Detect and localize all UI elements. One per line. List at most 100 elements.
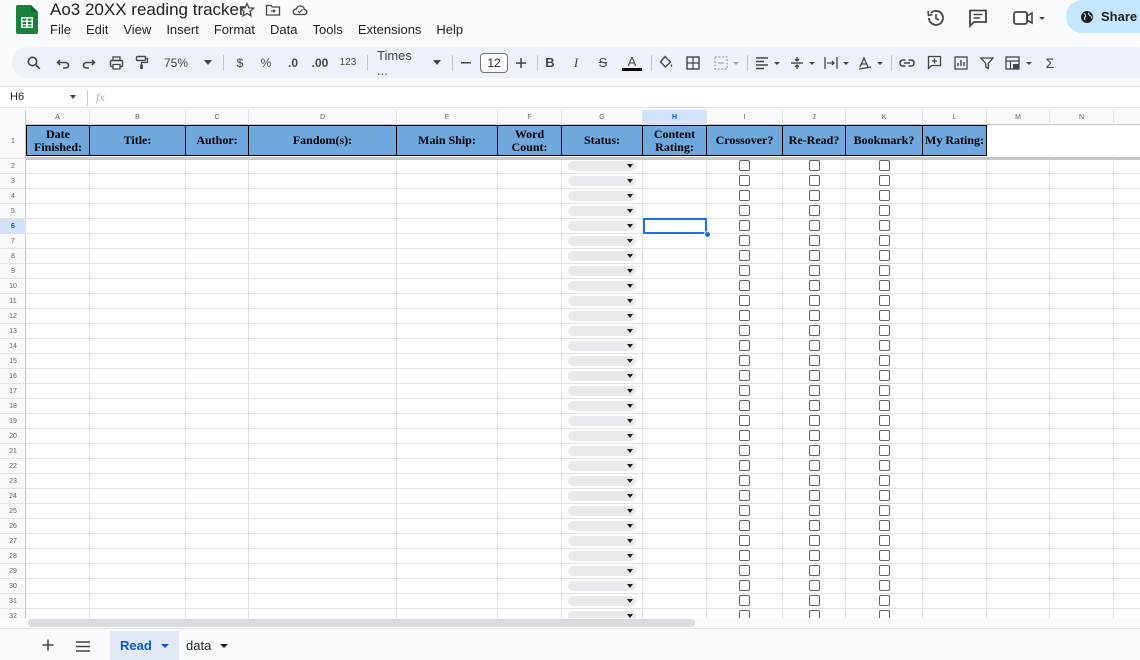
row-header[interactable]: 12	[0, 309, 26, 324]
text-wrapping-button[interactable]	[822, 47, 852, 78]
checkbox[interactable]	[739, 205, 750, 216]
checkbox[interactable]	[739, 565, 750, 576]
horizontal-scrollbar[interactable]	[28, 619, 695, 627]
menu-help[interactable]: Help	[436, 22, 471, 37]
checkbox[interactable]	[739, 340, 750, 351]
name-box-caret-icon[interactable]	[70, 95, 76, 99]
checkbox[interactable]	[739, 235, 750, 246]
checkbox[interactable]	[879, 265, 890, 276]
search-menus-button[interactable]	[24, 47, 44, 78]
row-header[interactable]: 15	[0, 354, 26, 369]
header-cell[interactable]: Status:	[562, 125, 643, 156]
checkbox[interactable]	[879, 580, 890, 591]
column-header[interactable]: D	[249, 110, 397, 125]
menu-extensions[interactable]: Extensions	[358, 22, 430, 37]
share-button[interactable]: Share	[1066, 0, 1140, 33]
sheet-tab-menu-icon[interactable]	[161, 644, 169, 648]
spreadsheet-grid[interactable]: ABCDEFGHIJKLMN 1234567891011121314151617…	[0, 110, 1140, 618]
menu-format[interactable]: Format	[214, 22, 263, 37]
paint-format-button[interactable]	[132, 47, 152, 78]
checkbox[interactable]	[809, 595, 820, 606]
checkbox[interactable]	[879, 190, 890, 201]
header-cell[interactable]: Title:	[90, 125, 186, 156]
checkbox[interactable]	[879, 535, 890, 546]
select-all-corner[interactable]	[0, 110, 26, 125]
menu-view[interactable]: View	[123, 22, 159, 37]
create-filter-button[interactable]	[978, 47, 996, 78]
number-format-button[interactable]: 123	[337, 47, 359, 78]
meet-icon[interactable]	[1012, 7, 1048, 29]
checkbox[interactable]	[809, 400, 820, 411]
functions-button[interactable]: Σ	[1042, 47, 1058, 78]
checkbox[interactable]	[739, 265, 750, 276]
menu-insert[interactable]: Insert	[166, 22, 207, 37]
checkbox[interactable]	[809, 460, 820, 471]
checkbox[interactable]	[879, 325, 890, 336]
status-dropdown[interactable]	[568, 191, 636, 201]
checkbox[interactable]	[879, 565, 890, 576]
checkbox[interactable]	[739, 445, 750, 456]
merge-cells-button[interactable]	[712, 47, 742, 78]
checkbox[interactable]	[879, 520, 890, 531]
checkbox[interactable]	[809, 475, 820, 486]
row-header[interactable]: 11	[0, 294, 26, 309]
print-button[interactable]	[106, 47, 126, 78]
undo-button[interactable]	[53, 47, 73, 78]
borders-button[interactable]	[684, 47, 702, 78]
menu-tools[interactable]: Tools	[312, 22, 350, 37]
zoom-dropdown-caret[interactable]	[202, 47, 214, 78]
vertical-align-button[interactable]	[788, 47, 818, 78]
column-header[interactable]: F	[498, 110, 562, 125]
checkbox[interactable]	[809, 490, 820, 501]
status-dropdown[interactable]	[568, 566, 636, 576]
selected-cell-outline[interactable]	[643, 218, 707, 234]
row-header[interactable]: 18	[0, 399, 26, 414]
menu-edit[interactable]: Edit	[86, 22, 116, 37]
row-header[interactable]: 19	[0, 414, 26, 429]
checkbox[interactable]	[809, 250, 820, 261]
row-header[interactable]: 13	[0, 324, 26, 339]
header-cell[interactable]: Date Finished:	[26, 125, 90, 156]
checkbox[interactable]	[879, 400, 890, 411]
column-header[interactable]: A	[26, 110, 90, 125]
checkbox[interactable]	[739, 580, 750, 591]
status-dropdown[interactable]	[568, 416, 636, 426]
row-header[interactable]: 7	[0, 234, 26, 249]
checkbox[interactable]	[809, 535, 820, 546]
checkbox[interactable]	[739, 610, 750, 618]
insert-comment-button[interactable]	[925, 47, 943, 78]
name-box[interactable]: H6	[10, 91, 24, 103]
checkbox[interactable]	[739, 355, 750, 366]
row-header[interactable]: 26	[0, 519, 26, 534]
checkbox[interactable]	[809, 160, 820, 171]
increase-decimal-button[interactable]: .00	[309, 47, 331, 78]
font-family-select[interactable]: Times ...	[377, 47, 425, 78]
checkbox[interactable]	[809, 355, 820, 366]
checkbox[interactable]	[879, 610, 890, 618]
row-header[interactable]: 16	[0, 369, 26, 384]
checkbox[interactable]	[879, 505, 890, 516]
font-size-input[interactable]: 12	[480, 53, 508, 73]
checkbox[interactable]	[879, 205, 890, 216]
status-dropdown[interactable]	[568, 281, 636, 291]
menu-data[interactable]: Data	[270, 22, 305, 37]
status-dropdown[interactable]	[568, 356, 636, 366]
status-dropdown[interactable]	[568, 551, 636, 561]
frozen-row-divider[interactable]	[26, 157, 1140, 160]
checkbox[interactable]	[879, 415, 890, 426]
column-header[interactable]: M	[987, 110, 1050, 125]
checkbox[interactable]	[879, 220, 890, 231]
row-header[interactable]: 4	[0, 189, 26, 204]
checkbox[interactable]	[879, 340, 890, 351]
checkbox[interactable]	[739, 460, 750, 471]
checkbox[interactable]	[809, 325, 820, 336]
checkbox[interactable]	[809, 235, 820, 246]
checkbox[interactable]	[879, 175, 890, 186]
status-dropdown[interactable]	[568, 461, 636, 471]
column-header[interactable]: E	[397, 110, 498, 125]
status-dropdown[interactable]	[568, 311, 636, 321]
status-dropdown[interactable]	[568, 476, 636, 486]
status-dropdown[interactable]	[568, 521, 636, 531]
strikethrough-button[interactable]: S	[595, 47, 611, 78]
status-dropdown[interactable]	[568, 236, 636, 246]
